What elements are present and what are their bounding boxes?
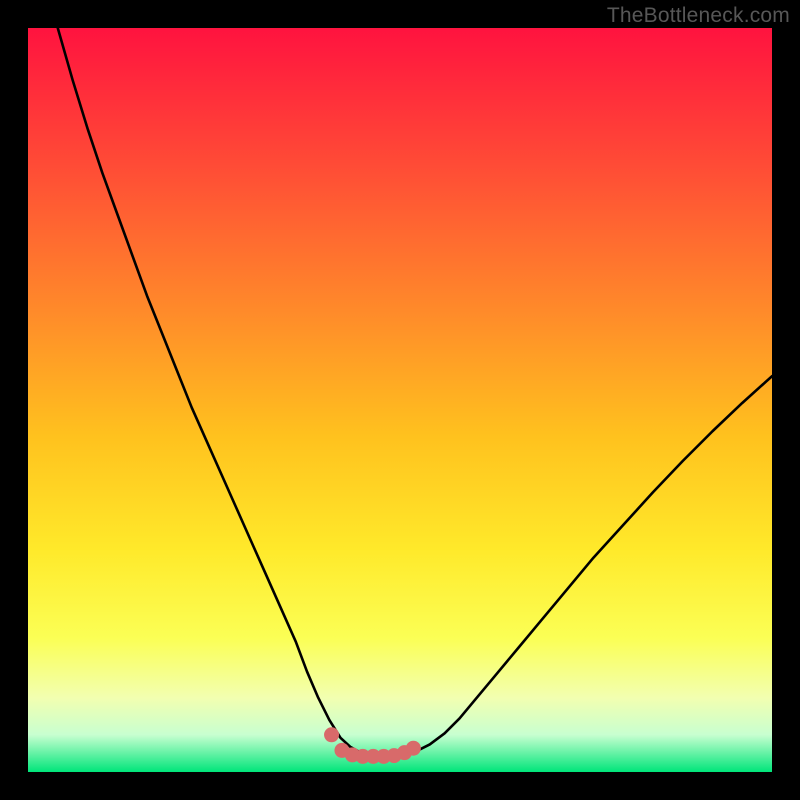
valley-marker xyxy=(406,741,421,756)
chart-svg xyxy=(28,28,772,772)
gradient-background xyxy=(28,28,772,772)
plot-area xyxy=(28,28,772,772)
valley-marker xyxy=(324,727,339,742)
watermark-text: TheBottleneck.com xyxy=(607,4,790,28)
outer-frame: TheBottleneck.com xyxy=(0,0,800,800)
